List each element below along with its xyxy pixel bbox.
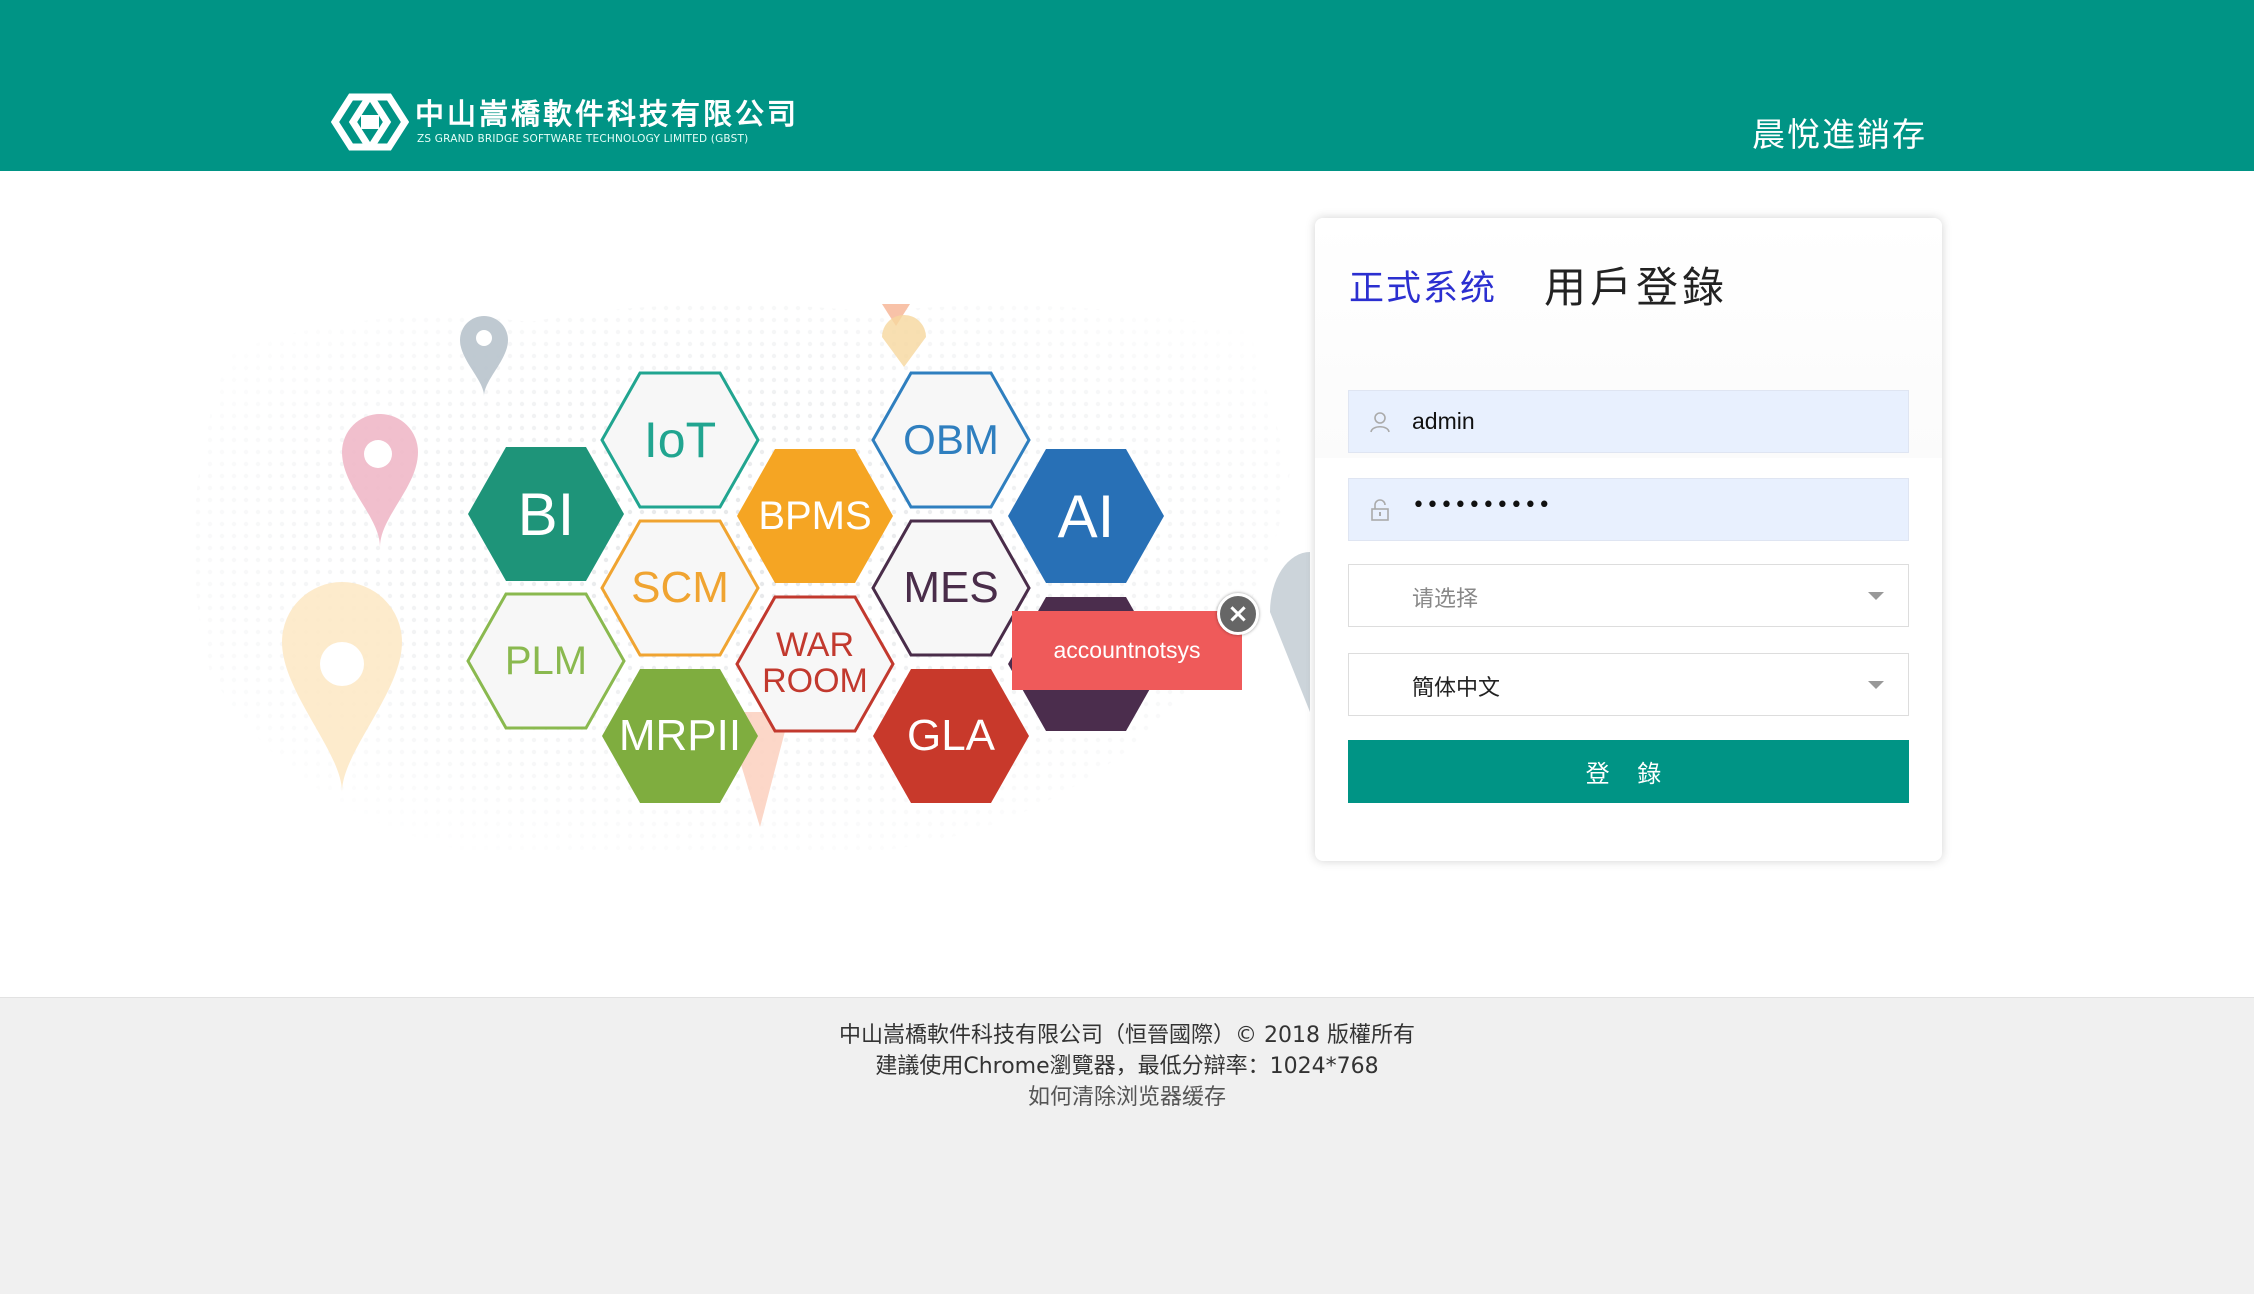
logo-mark-icon bbox=[331, 93, 409, 151]
chevron-down-icon bbox=[1868, 681, 1884, 689]
footer: 中山嵩橋軟件科技有限公司（恒晉國際）© 2018 版權所有 建議使用Chrome… bbox=[0, 997, 2254, 1294]
company-logo: 中山嵩橋軟件科技有限公司 ZS GRAND BRIDGE SOFTWARE TE… bbox=[331, 91, 796, 155]
username-field[interactable]: admin bbox=[1348, 390, 1909, 453]
login-card: 正式系统 用戶登錄 admin •••••••••• 请选择 簡体中文 登 錄 bbox=[1315, 218, 1942, 861]
user-icon bbox=[1370, 412, 1390, 433]
login-button[interactable]: 登 錄 bbox=[1348, 740, 1909, 803]
system-tag: 正式系统 bbox=[1349, 269, 1498, 309]
username-value: admin bbox=[1412, 408, 1475, 434]
lock-icon bbox=[1371, 499, 1389, 521]
account-select-placeholder: 请选择 bbox=[1412, 587, 1479, 612]
clear-cache-link[interactable]: 如何清除浏览器缓存 bbox=[0, 1079, 2254, 1111]
company-name: 中山嵩橋軟件科技有限公司 bbox=[415, 97, 800, 131]
password-value: •••••••••• bbox=[1412, 493, 1552, 518]
company-name-en: ZS GRAND BRIDGE SOFTWARE TECHNOLOGY LIMI… bbox=[417, 133, 749, 145]
error-tooltip: accountnotsys bbox=[1012, 611, 1242, 690]
language-selected: 簡体中文 bbox=[1412, 676, 1501, 701]
hex-gla: GLA bbox=[871, 667, 1031, 805]
account-select[interactable]: 请选择 bbox=[1348, 564, 1909, 627]
hex-mrpii: MRPII bbox=[600, 667, 760, 805]
copyright-text: 中山嵩橋軟件科技有限公司（恒晉國際）© 2018 版權所有 bbox=[839, 1023, 1415, 1048]
language-select[interactable]: 簡体中文 bbox=[1348, 653, 1909, 716]
system-name: 晨悅進銷存 bbox=[1752, 115, 1927, 154]
login-title: 用戶登錄 bbox=[1544, 263, 1729, 312]
chevron-down-icon bbox=[1868, 592, 1884, 600]
password-field[interactable]: •••••••••• bbox=[1348, 478, 1909, 541]
banner-illustration: BI IoT BPMS OBM AI SCM MES PLM WAR ROOM … bbox=[170, 292, 1320, 864]
browser-hint-text: 建議使用Chrome瀏覽器，最低分辯率：1024*768 bbox=[875, 1054, 1379, 1079]
close-error-icon[interactable]: × bbox=[1217, 593, 1259, 635]
header-bar: 中山嵩橋軟件科技有限公司 ZS GRAND BRIDGE SOFTWARE TE… bbox=[0, 0, 2254, 171]
